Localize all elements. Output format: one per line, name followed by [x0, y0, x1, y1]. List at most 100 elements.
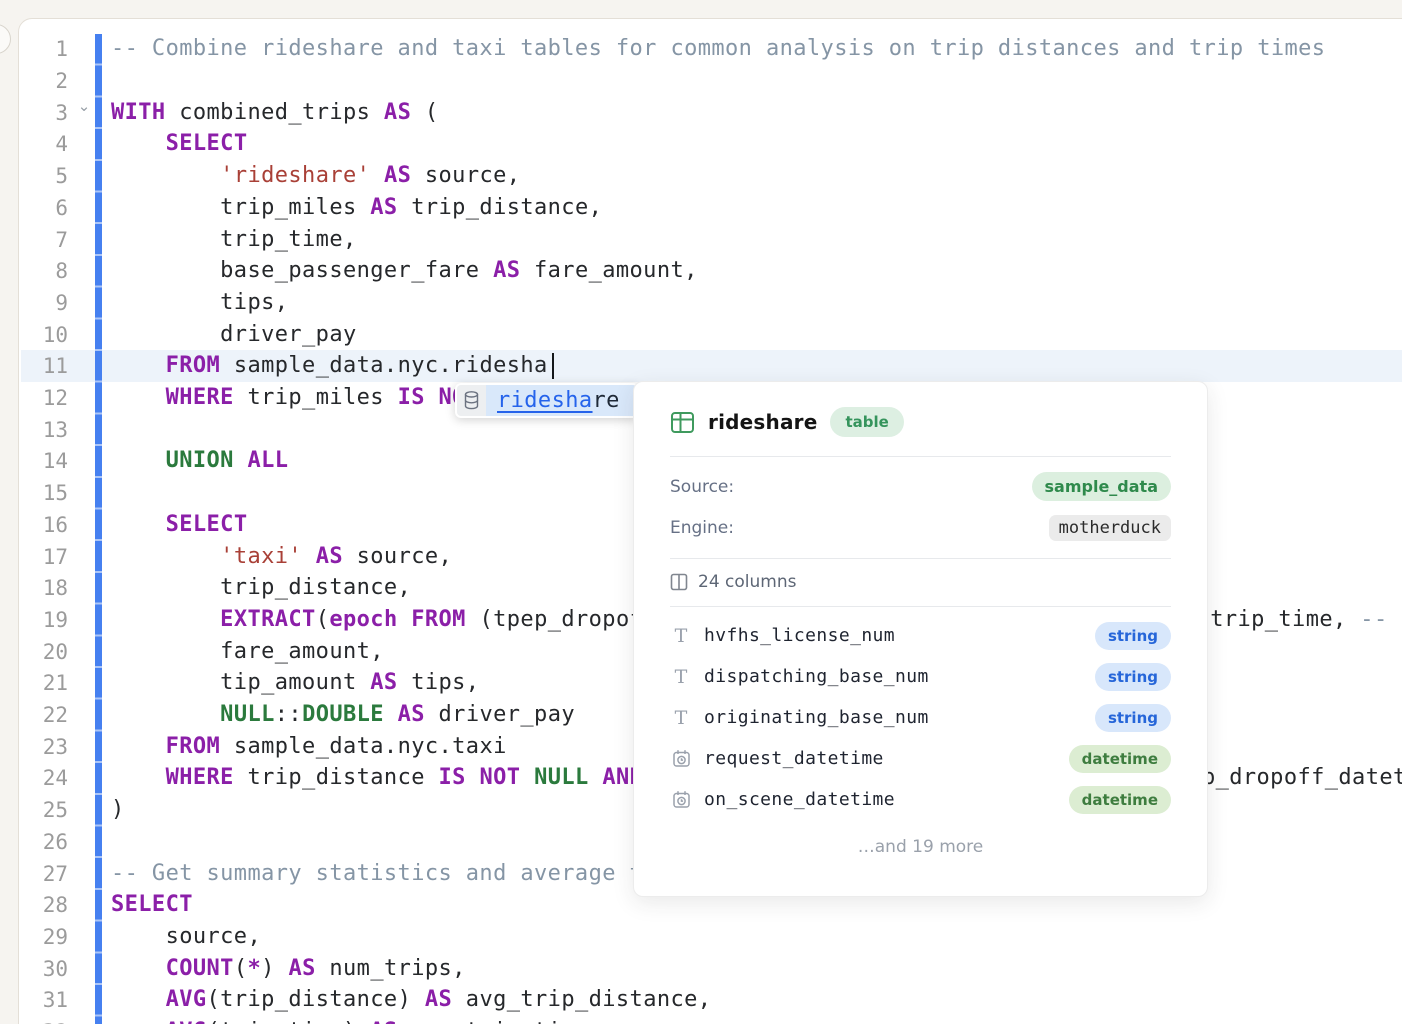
code-line: WHERE trip_miles IS NOT [111, 382, 479, 414]
line-number: 2 [20, 65, 68, 97]
code-line: EXTRACT(epoch FROM (tpep_dropoff [111, 604, 657, 636]
line-number: 24 [20, 762, 68, 794]
line-number: 32 [20, 1016, 68, 1024]
datetime-type-icon [672, 790, 691, 809]
line-number: 15 [20, 477, 68, 509]
line-number: 20 [20, 636, 68, 668]
line-number: 31 [20, 984, 68, 1016]
column-row[interactable]: T dispatching_base_num string [670, 656, 1171, 697]
line-number: 21 [20, 667, 68, 699]
code-line: COUNT(*) AS num_trips, [111, 953, 466, 985]
engine-label: Engine: [670, 518, 734, 538]
text-type-icon: T [675, 666, 688, 688]
column-type-badge: string [1095, 704, 1171, 732]
columns-icon [670, 573, 688, 591]
line-number: 30 [20, 953, 68, 985]
line-number: 14 [20, 445, 68, 477]
line-number: 7 [20, 224, 68, 256]
line-number: 23 [20, 731, 68, 763]
table-detail-card: rideshare table Source: sample_data Engi… [633, 381, 1208, 897]
code-line: trip_time, [111, 224, 357, 256]
line-number: 26 [20, 826, 68, 858]
line-number: 4 [20, 128, 68, 160]
line-number: 19 [20, 604, 68, 636]
table-icon [670, 410, 695, 435]
autocomplete-rest-text: re [593, 388, 620, 413]
code-line-fragment: p_dropoff_datet [1202, 762, 1402, 794]
column-name: originating_base_num [704, 707, 1095, 728]
database-icon [457, 385, 486, 416]
table-type-badge: table [830, 407, 903, 437]
code-line: base_passenger_fare AS fare_amount, [111, 255, 698, 287]
line-number: 27 [20, 858, 68, 890]
column-type-badge: datetime [1069, 745, 1171, 773]
code-line: UNION ALL [111, 445, 288, 477]
line-number: 6 [20, 192, 68, 224]
changed-lines-indicator [95, 34, 102, 1024]
table-name: rideshare [708, 410, 817, 434]
line-number: 16 [20, 509, 68, 541]
source-row: Source: sample_data [670, 472, 1171, 501]
engine-value-badge: motherduck [1049, 515, 1171, 541]
code-line: SELECT [111, 889, 193, 921]
code-line: trip_miles AS trip_distance, [111, 192, 602, 224]
code-line: ) [111, 794, 125, 826]
line-number: 5 [20, 160, 68, 192]
line-number: 18 [20, 572, 68, 604]
code-line: SELECT [111, 509, 247, 541]
more-columns-text: …and 19 more [670, 820, 1171, 857]
code-line: FROM sample_data.nyc.taxi [111, 731, 507, 763]
datetime-type-icon [672, 749, 691, 768]
columns-count-text: 24 columns [698, 572, 796, 592]
source-value-badge: sample_data [1032, 472, 1171, 501]
code-line: 'taxi' AS source, [111, 541, 452, 573]
line-number: 17 [20, 541, 68, 573]
code-line: -- Get summary statistics and average t [111, 858, 643, 890]
code-line: source, [111, 921, 261, 953]
line-number: 9 [20, 287, 68, 319]
code-line: fare_amount, [111, 636, 384, 668]
column-type-badge: string [1095, 663, 1171, 691]
line-number: 13 [20, 414, 68, 446]
code-line: 'rideshare' AS source, [111, 160, 520, 192]
code-line: NULL::DOUBLE AS driver_pay [111, 699, 575, 731]
code-line: tips, [111, 287, 288, 319]
line-number: 11 [20, 350, 68, 382]
code-line: WITH combined_trips AS ( [111, 97, 439, 129]
autocomplete-item-rideshare[interactable]: rideshare [486, 385, 637, 416]
line-number: 8 [20, 255, 68, 287]
column-row[interactable]: T hvfhs_license_num string [670, 615, 1171, 656]
line-number: 12 [20, 382, 68, 414]
line-number: 25 [20, 794, 68, 826]
column-row[interactable]: T request_datetime datetime [670, 738, 1171, 779]
code-line: FROM sample_data.nyc.ridesha [111, 350, 548, 382]
code-line-fragment: trip_time, -- [1210, 604, 1387, 636]
column-name: dispatching_base_num [704, 666, 1095, 687]
column-type-badge: datetime [1069, 786, 1171, 814]
text-type-icon: T [675, 707, 688, 729]
line-number: 10 [20, 319, 68, 351]
column-type-badge: string [1095, 622, 1171, 650]
column-row[interactable]: T originating_base_num string [670, 697, 1171, 738]
line-number: 29 [20, 921, 68, 953]
line-number: 22 [20, 699, 68, 731]
code-line: driver_pay [111, 319, 357, 351]
autocomplete-match-text: ridesha [497, 388, 593, 413]
line-number: 28 [20, 889, 68, 921]
code-line: tip_amount AS tips, [111, 667, 479, 699]
code-line: AVG(trip_time) AS avg_trip_time, [111, 1016, 602, 1024]
column-row[interactable]: T on_scene_datetime datetime [670, 779, 1171, 820]
code-line: WHERE trip_distance IS NOT NULL AND [111, 762, 643, 794]
code-line: SELECT [111, 128, 247, 160]
code-line: AVG(trip_distance) AS avg_trip_distance, [111, 984, 711, 1016]
line-number: 3 [20, 97, 68, 129]
column-name: on_scene_datetime [704, 789, 1069, 810]
column-name: request_datetime [704, 748, 1069, 769]
engine-row: Engine: motherduck [670, 515, 1171, 541]
source-label: Source: [670, 477, 734, 497]
fold-chevron-icon[interactable]: ⌄ [74, 97, 94, 115]
autocomplete-popup: rideshare [455, 383, 639, 418]
line-number: 1 [20, 33, 68, 65]
code-line: -- Combine rideshare and taxi tables for… [111, 33, 1325, 65]
column-name: hvfhs_license_num [704, 625, 1095, 646]
